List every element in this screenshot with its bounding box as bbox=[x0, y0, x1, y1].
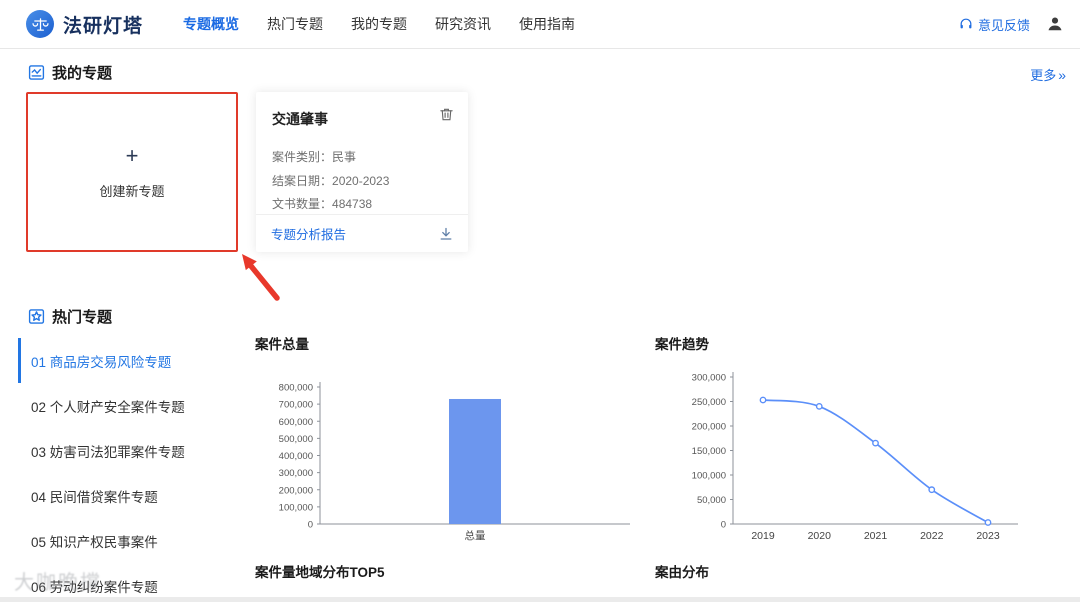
headset-icon bbox=[959, 17, 973, 31]
hot-topics-section-header: 热门专题 bbox=[28, 306, 112, 327]
svg-text:300,000: 300,000 bbox=[692, 373, 726, 384]
page-bottom-edge bbox=[0, 597, 1080, 602]
svg-text:500,000: 500,000 bbox=[279, 434, 313, 445]
topic-card[interactable]: 交通肇事 案件类别：民事 结案日期：2020-2023 文书数量：484738 … bbox=[256, 92, 468, 252]
hot-topic-item-1[interactable]: 01 商品房交易风险专题 bbox=[18, 338, 246, 383]
create-topic-card[interactable]: + 创建新专题 bbox=[26, 92, 238, 252]
plus-icon: + bbox=[125, 142, 139, 168]
header-right: 意见反馈 bbox=[959, 15, 1064, 34]
panel-title-case-trend: 案件趋势 bbox=[655, 337, 709, 352]
nav-topic-overview[interactable]: 专题概览 bbox=[183, 14, 239, 34]
topic-card-title: 交通肇事 bbox=[272, 111, 328, 127]
svg-text:700,000: 700,000 bbox=[279, 400, 313, 411]
svg-text:300,000: 300,000 bbox=[279, 468, 313, 479]
svg-text:400,000: 400,000 bbox=[279, 451, 313, 462]
download-icon[interactable] bbox=[439, 227, 453, 241]
page: 法研灯塔 专题概览 热门专题 我的专题 研究资讯 使用指南 意见反馈 我的专题 … bbox=[0, 0, 1080, 602]
panel-title-cause-distribution: 案由分布 bbox=[655, 565, 709, 580]
app-title: 法研灯塔 bbox=[63, 15, 144, 37]
svg-text:2023: 2023 bbox=[976, 530, 1000, 542]
svg-text:100,000: 100,000 bbox=[692, 471, 726, 482]
feedback-label: 意见反馈 bbox=[977, 17, 1030, 33]
hot-topic-item-2[interactable]: 02 个人财产安全案件专题 bbox=[18, 383, 246, 428]
svg-text:800,000: 800,000 bbox=[279, 383, 313, 394]
svg-text:0: 0 bbox=[721, 520, 726, 531]
nav-my-topics[interactable]: 我的专题 bbox=[351, 14, 407, 34]
hot-topics-list: 01 商品房交易风险专题 02 个人财产安全案件专题 03 妨害司法犯罪案件专题… bbox=[18, 338, 246, 602]
feedback-link[interactable]: 意见反馈 bbox=[959, 15, 1030, 34]
svg-text:600,000: 600,000 bbox=[279, 417, 313, 428]
my-topics-section-header: 我的专题 bbox=[28, 62, 112, 83]
case-trend-chart: 0 50,000 100,000 150,000 200,000 250,000 300,0… bbox=[688, 362, 1048, 554]
svg-text:200,000: 200,000 bbox=[692, 422, 726, 433]
nav-research-news[interactable]: 研究资讯 bbox=[435, 14, 491, 34]
scales-icon bbox=[31, 17, 49, 31]
panel-title-region-distribution: 案件量地域分布TOP5 bbox=[255, 565, 385, 580]
hot-topic-item-3[interactable]: 03 妨害司法犯罪案件专题 bbox=[18, 428, 246, 473]
nav-hot-topics[interactable]: 热门专题 bbox=[267, 14, 323, 34]
topic-field-category: 案件类别：民事 bbox=[272, 150, 357, 164]
nav-user-guide[interactable]: 使用指南 bbox=[519, 14, 575, 34]
user-account-icon[interactable] bbox=[1046, 15, 1064, 33]
svg-text:总量: 总量 bbox=[465, 529, 486, 542]
svg-text:2019: 2019 bbox=[751, 530, 775, 542]
double-chevron-icon: » bbox=[1058, 66, 1066, 83]
panel-title-total-cases: 案件总量 bbox=[255, 337, 309, 352]
main-nav: 专题概览 热门专题 我的专题 研究资讯 使用指南 bbox=[183, 14, 575, 34]
svg-text:200,000: 200,000 bbox=[279, 485, 313, 496]
svg-text:2022: 2022 bbox=[920, 530, 944, 542]
hot-topic-item-5[interactable]: 05 知识产权民事案件 bbox=[18, 518, 246, 563]
topic-field-close-date: 结案日期：2020-2023 bbox=[272, 173, 390, 188]
topic-card-footer: 专题分析报告 bbox=[256, 214, 468, 252]
total-cases-chart: 0 100,000 200,000 300,000 400,000 500,000 600,… bbox=[250, 374, 670, 552]
create-topic-label: 创建新专题 bbox=[99, 183, 165, 199]
hot-topics-icon bbox=[28, 308, 45, 325]
svg-text:150,000: 150,000 bbox=[692, 446, 726, 457]
topic-card-fields: 案件类别：民事 结案日期：2020-2023 文书数量：484738 bbox=[272, 146, 389, 217]
more-label: 更多 bbox=[1030, 68, 1057, 83]
svg-text:0: 0 bbox=[308, 520, 313, 531]
svg-text:2020: 2020 bbox=[808, 530, 832, 542]
hot-topics-title: 热门专题 bbox=[52, 309, 113, 326]
my-topics-title: 我的专题 bbox=[52, 65, 113, 82]
hot-topic-item-4[interactable]: 04 民间借贷案件专题 bbox=[18, 473, 246, 518]
my-topics-icon bbox=[28, 64, 45, 81]
svg-text:100,000: 100,000 bbox=[279, 502, 313, 513]
svg-text:250,000: 250,000 bbox=[692, 397, 726, 408]
topic-report-link[interactable]: 专题分析报告 bbox=[271, 224, 346, 243]
svg-text:2021: 2021 bbox=[864, 530, 888, 542]
more-link[interactable]: 更多 » bbox=[1030, 65, 1066, 84]
app-logo bbox=[26, 10, 54, 38]
red-arrow-annotation bbox=[242, 254, 280, 301]
svg-text:50,000: 50,000 bbox=[697, 495, 726, 506]
delete-topic-icon[interactable] bbox=[439, 107, 454, 122]
topic-field-doc-count: 文书数量：484738 bbox=[272, 197, 373, 211]
top-nav-bar: 法研灯塔 专题概览 热门专题 我的专题 研究资讯 使用指南 意见反馈 bbox=[0, 0, 1080, 49]
